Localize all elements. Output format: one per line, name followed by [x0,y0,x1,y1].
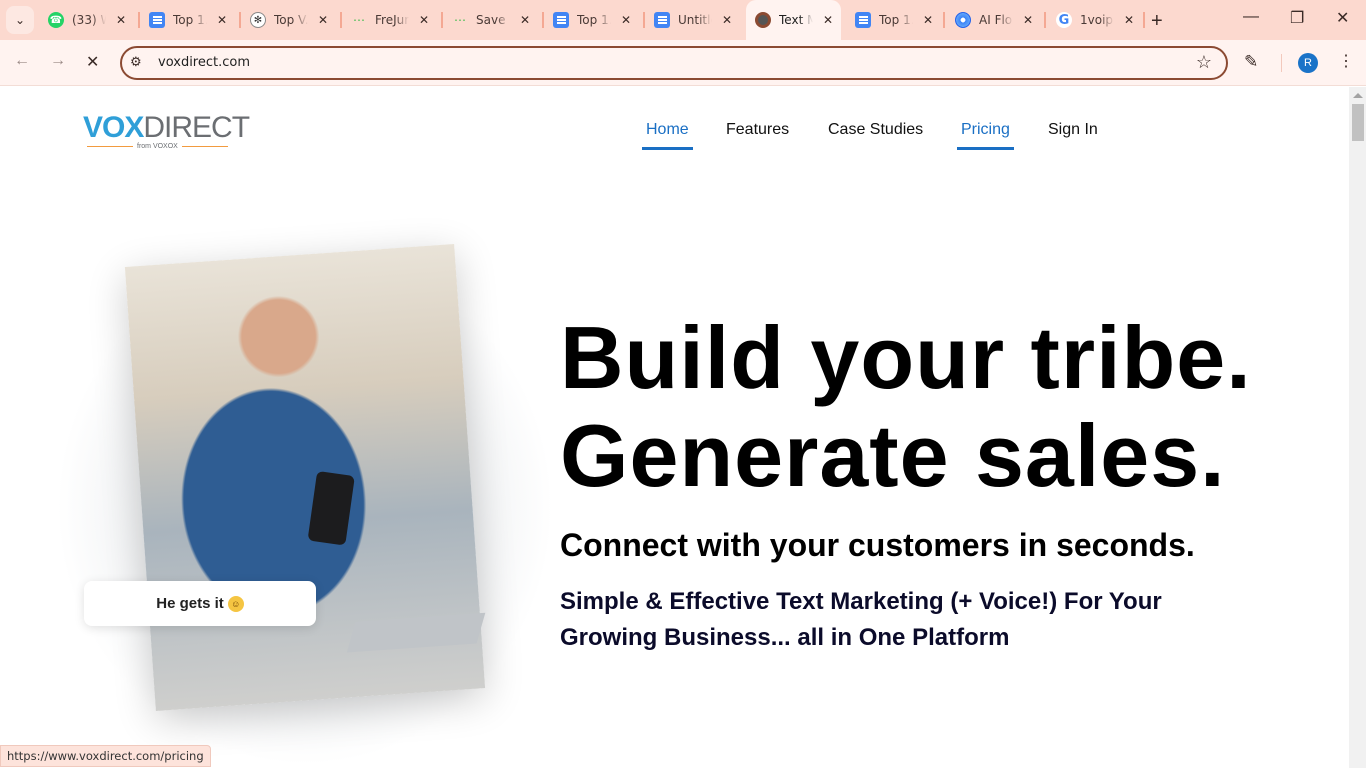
logo-direct: DIRECT [143,111,250,144]
photo-badge-text: He gets it [156,595,224,612]
tab[interactable]: AI Flo... ✕ [955,0,1033,40]
nav-pricing[interactable]: Pricing [957,121,1014,150]
bookmark-star-icon[interactable]: ☆ [1196,52,1212,73]
restore-icon[interactable]: ❐ [1290,8,1304,28]
tab-separator [1044,12,1046,28]
nav-features[interactable]: Features [726,121,789,139]
tab-separator [340,12,342,28]
new-tab-button[interactable]: + [1151,10,1163,33]
hero-photo [124,244,486,711]
tab-separator [542,12,544,28]
tab-search-button[interactable]: ⌄ [6,6,34,34]
hero-description: Simple & Effective Text Marketing (+ Voi… [560,588,1162,651]
tab[interactable]: G 1voip ✕ [1056,0,1134,40]
tab-active[interactable]: Text M... ✕ [746,0,841,40]
tab[interactable]: Top 1... ✕ [149,0,227,40]
close-tab-icon[interactable]: ✕ [318,13,328,27]
voxdirect-icon [755,12,771,28]
address-bar[interactable]: ⚙ voxdirect.com ☆ [120,46,1228,80]
extensions-icon[interactable]: ✎ [1244,52,1258,72]
profile-avatar[interactable]: R [1298,53,1318,73]
photo-badge: He gets it ☺ [84,581,316,626]
close-tab-icon[interactable]: ✕ [520,13,530,27]
close-window-icon[interactable]: ✕ [1336,8,1349,28]
tab[interactable]: ⋯ Save ... ✕ [452,0,530,40]
close-tab-icon[interactable]: ✕ [419,13,429,27]
headline-line-1: Build your tribe. [560,308,1252,407]
close-tab-icon[interactable]: ✕ [1124,13,1134,27]
hero-headline: Build your tribe. Generate sales. [560,309,1252,505]
page-scrollbar[interactable] [1349,87,1366,768]
tab-title: Top V... [274,13,308,27]
web-page: VOXDIRECT from VOXOX Home Features Case … [0,87,1349,768]
paw-icon: ⋯ [353,13,365,27]
tab-separator [943,12,945,28]
whatsapp-icon: ☎ [48,12,64,28]
chevron-down-icon: ⌄ [14,13,26,27]
grinning-face-icon: ☺ [227,595,244,612]
site-info-icon[interactable]: ⚙ [130,54,142,70]
close-tab-icon[interactable]: ✕ [923,13,933,27]
tab-title: Save ... [476,13,510,27]
tab-separator [643,12,645,28]
hero-subheadline: Connect with your customers in seconds. [560,527,1195,563]
tab-separator [239,12,241,28]
google-icon: G [1056,12,1072,28]
close-tab-icon[interactable]: ✕ [621,13,631,27]
tab-title: AI Flo... [979,13,1013,27]
google-docs-icon [654,12,670,28]
close-tab-icon[interactable]: ✕ [116,13,126,27]
tab-strip: ⌄ ☎ (33) WhatsApp ✕ Top 1... ✕ ✻ Top V..… [0,0,1366,40]
tab-title: 1voip [1080,13,1114,27]
tab[interactable]: ⋯ FreJun ✕ [351,0,429,40]
tab-title: FreJun [375,13,409,27]
tab[interactable]: Top 1... ✕ [553,0,631,40]
tab[interactable]: Untitled ✕ [654,0,732,40]
tab-separator [441,12,443,28]
forward-icon[interactable]: → [50,52,66,70]
ai-flow-icon [955,12,971,28]
laptop-illustration [346,612,486,653]
back-icon[interactable]: ← [14,52,30,70]
tab-title: Top 1... [879,13,913,27]
tab[interactable]: Top 1... ✕ [855,0,933,40]
tab[interactable]: ☎ (33) WhatsApp ✕ [48,0,126,40]
status-bar-url: https://www.voxdirect.com/pricing [0,745,211,767]
google-docs-icon [855,12,871,28]
close-tab-icon[interactable]: ✕ [823,13,833,27]
minimize-icon[interactable]: — [1243,8,1259,26]
toolbar-divider [1281,54,1282,72]
url-text[interactable]: voxdirect.com [158,55,250,70]
nav-home[interactable]: Home [642,121,693,150]
nav-sign-in[interactable]: Sign In [1048,121,1098,139]
google-docs-icon [553,12,569,28]
tab-title: (33) WhatsApp [72,13,106,27]
tab-title: Untitled [678,13,712,27]
more-menu-icon[interactable]: ⋮ [1338,51,1354,71]
tab-title: Top 1... [173,13,207,27]
voxdirect-logo[interactable]: VOXDIRECT from VOXOX [83,111,250,151]
paw-icon: ⋯ [454,13,466,27]
close-tab-icon[interactable]: ✕ [217,13,227,27]
tab-separator [138,12,140,28]
google-docs-icon [149,12,165,28]
logo-tagline: from VOXOX [137,143,178,150]
tab[interactable]: ✻ Top V... ✕ [250,0,328,40]
tab-title: Text M... [779,13,813,27]
nav-case-studies[interactable]: Case Studies [828,121,923,139]
chatgpt-icon: ✻ [250,12,266,28]
browser-toolbar: ← → ✕ ⚙ voxdirect.com ☆ ✎ R ⋮ [0,40,1366,86]
scrollbar-thumb[interactable] [1352,104,1364,141]
tab-separator [1143,12,1145,28]
scroll-up-arrow-icon[interactable] [1353,93,1363,98]
close-tab-icon[interactable]: ✕ [1023,13,1033,27]
stop-loading-icon[interactable]: ✕ [86,52,99,72]
tab-title: Top 1... [577,13,611,27]
phone-illustration [307,470,355,546]
close-tab-icon[interactable]: ✕ [722,13,732,27]
logo-vox: VOX [83,111,144,144]
headline-line-2: Generate sales. [560,406,1226,505]
